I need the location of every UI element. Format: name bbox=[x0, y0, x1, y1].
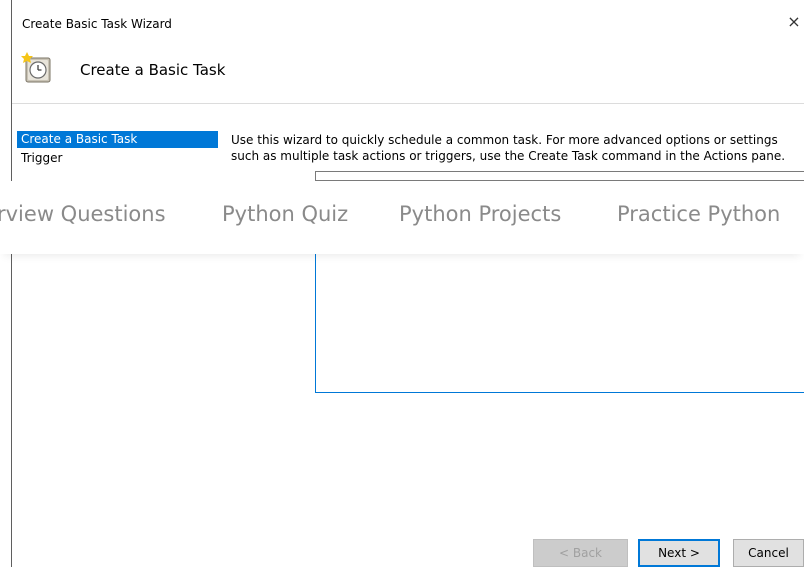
sidebar-item-create-basic-task[interactable]: Create a Basic Task bbox=[17, 131, 218, 148]
window-title: Create Basic Task Wizard bbox=[22, 17, 172, 31]
close-icon[interactable]: × bbox=[786, 14, 802, 30]
header-divider bbox=[12, 103, 804, 104]
wizard-description: Use this wizard to quickly schedule a co… bbox=[231, 133, 786, 163]
task-scheduler-clock-icon bbox=[21, 52, 51, 83]
back-button[interactable]: < Back bbox=[533, 539, 628, 567]
title-bar: Create Basic Task Wizard × bbox=[12, 0, 804, 40]
overlay-link-python-quiz[interactable]: Python Quiz bbox=[222, 202, 348, 226]
page-title: Create a Basic Task bbox=[80, 61, 226, 79]
sidebar-item-trigger[interactable]: Trigger bbox=[17, 150, 218, 167]
task-description-field[interactable] bbox=[315, 254, 804, 393]
website-nav-overlay: rview Questions Python Quiz Python Proje… bbox=[0, 181, 804, 254]
overlay-link-interview-questions[interactable]: rview Questions bbox=[0, 202, 166, 226]
wizard-window: Create Basic Task Wizard × Create a Basi… bbox=[0, 0, 804, 567]
overlay-link-python-projects[interactable]: Python Projects bbox=[399, 202, 561, 226]
window-left-border bbox=[11, 0, 12, 567]
task-name-field[interactable] bbox=[315, 171, 804, 181]
next-button[interactable]: Next > bbox=[638, 539, 720, 567]
cancel-button[interactable]: Cancel bbox=[733, 539, 804, 567]
overlay-link-practice-python[interactable]: Practice Python bbox=[617, 202, 780, 226]
